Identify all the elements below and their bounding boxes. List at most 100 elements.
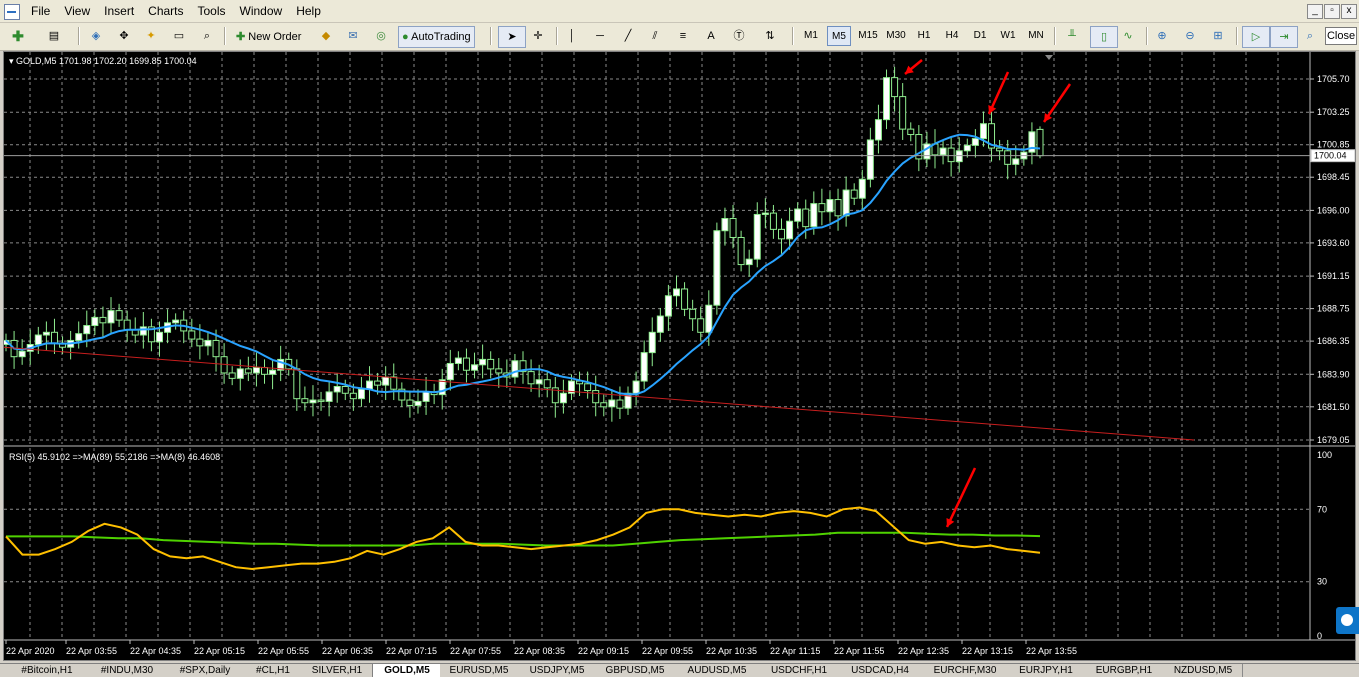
symbol-tab[interactable]: AUDUSD,M5 — [674, 664, 761, 677]
symbol-tab[interactable]: GBPUSD,M5 — [596, 664, 675, 677]
data-window-icon[interactable]: ✦ — [141, 26, 161, 46]
timeframe-m5[interactable]: M5 — [827, 26, 851, 46]
timeframe-m30[interactable]: M30 — [884, 26, 908, 46]
new-order-button[interactable]: ✚ New Order — [232, 26, 305, 48]
candle-body — [1036, 128, 1044, 157]
menu-help[interactable]: Help — [289, 0, 328, 22]
time-tick-label: 22 Apr 11:55 — [834, 646, 884, 656]
new-chart-icon[interactable]: ✚ — [8, 26, 28, 46]
candle-body — [414, 400, 422, 406]
restore-button[interactable]: ▫ — [1324, 4, 1340, 19]
menu-tools[interactable]: Tools — [191, 0, 233, 22]
rsi-tick-label: 70 — [1317, 504, 1327, 514]
candle-body — [697, 318, 705, 333]
time-tick-label: 22 Apr 09:55 — [642, 646, 693, 656]
equidistant-channel-icon[interactable]: ⫽ — [645, 26, 665, 46]
mailbox-icon[interactable]: ✉ — [343, 26, 363, 46]
bar-chart-icon[interactable]: ╨ — [1062, 26, 1082, 46]
symbol-tab[interactable]: EURCHF,M30 — [922, 664, 1009, 677]
profiles-icon[interactable]: ▤ — [44, 26, 64, 46]
price-tick-label: 1698.45 — [1317, 172, 1350, 182]
strategy-tester-icon[interactable]: ⌕ — [197, 26, 217, 46]
zoom-in-icon[interactable]: ⊕ — [1152, 26, 1172, 46]
candle-body — [374, 380, 382, 386]
symbol-tab[interactable]: NZDUSD,M5 — [1164, 664, 1243, 677]
symbol-tab[interactable]: USDCAD,H4 — [838, 664, 923, 677]
symbol-tab[interactable]: USDCHF,H1 — [760, 664, 839, 677]
metaeditor-icon[interactable]: ◆ — [316, 26, 336, 46]
timeframe-w1[interactable]: W1 — [996, 26, 1020, 46]
trendline-icon[interactable]: ╱ — [618, 26, 638, 46]
close-button[interactable]: Close — [1325, 27, 1357, 45]
minimize-button[interactable]: _ — [1307, 4, 1323, 19]
symbol-tab[interactable]: #INDU,M30 — [88, 664, 167, 677]
menu-window[interactable]: Window — [233, 0, 290, 22]
chart-window[interactable]: 1705.70 1703.25 1700.85 1698.45 1696.00 1693.… — [3, 51, 1356, 661]
symbol-tab[interactable]: #SPX,Daily — [166, 664, 245, 677]
symbol-tab[interactable]: #CL,H1 — [244, 664, 303, 677]
time-tick-label: 22 Apr 2020 — [6, 646, 55, 656]
text-icon[interactable]: A — [701, 26, 721, 46]
candle-body — [462, 357, 470, 371]
menu-view[interactable]: View — [57, 0, 97, 22]
symbol-tab[interactable]: EURJPY,H1 — [1008, 664, 1085, 677]
timeframe-d1[interactable]: D1 — [968, 26, 992, 46]
cursor-icon[interactable]: ➤ — [498, 26, 526, 48]
timeframe-m1[interactable]: M1 — [799, 26, 823, 46]
rsi-ma-line — [6, 531, 1041, 547]
horizontal-line-icon[interactable]: ─ — [590, 26, 610, 46]
chart-canvas[interactable]: 1705.70 1703.25 1700.85 1698.45 1696.00 1693.… — [4, 52, 1355, 660]
menu-insert[interactable]: Insert — [97, 0, 141, 22]
candle-body — [632, 380, 640, 394]
time-tick-label: 22 Apr 09:15 — [578, 646, 629, 656]
time-tick-label: 22 Apr 04:35 — [130, 646, 181, 656]
crosshair-icon[interactable]: ✛ — [528, 26, 548, 46]
signal-icon[interactable]: ◎ — [371, 26, 391, 46]
candle-body — [527, 371, 535, 385]
line-chart-icon[interactable]: ∿ — [1118, 26, 1138, 46]
candle-body — [721, 218, 729, 232]
symbol-tab[interactable]: EURUSD,M5 — [440, 664, 519, 677]
candle-body — [34, 334, 42, 346]
terminal-icon[interactable]: ▭ — [169, 26, 189, 46]
autotrading-button[interactable]: ● AutoTrading — [398, 26, 475, 48]
fibonacci-icon[interactable]: ≡ — [673, 26, 693, 46]
candle-body — [535, 379, 543, 385]
symbol-tab[interactable]: EURGBP,H1 — [1084, 664, 1165, 677]
symbol-tab[interactable]: #Bitcoin,H1 — [6, 664, 89, 677]
menu-charts[interactable]: Charts — [141, 0, 190, 22]
market-watch-icon[interactable]: ◈ — [86, 26, 106, 46]
candle-body — [947, 147, 955, 163]
symbol-tab[interactable]: SILVER,H1 — [302, 664, 373, 677]
chart-shift-icon[interactable]: ⇥ — [1270, 26, 1298, 48]
candle-body — [834, 199, 842, 217]
menu-file[interactable]: File — [24, 0, 57, 22]
autoscroll-icon[interactable]: ▷ — [1242, 26, 1270, 48]
candle-body — [1012, 158, 1020, 165]
vertical-line-icon[interactable]: │ — [562, 26, 582, 46]
candle-body — [648, 331, 656, 354]
search-icon[interactable]: ⌕ — [1300, 26, 1320, 46]
candle-body — [18, 350, 26, 358]
text-label-icon[interactable]: Ⓣ — [729, 26, 749, 46]
candle-body — [212, 339, 220, 358]
candle-body — [689, 308, 697, 320]
arrows-icon[interactable]: ⇅ — [760, 26, 780, 46]
candlestick-icon[interactable]: ▯ — [1090, 26, 1118, 48]
candle-body — [309, 399, 317, 404]
zoom-out-icon[interactable]: ⊖ — [1180, 26, 1200, 46]
timeframe-h4[interactable]: H4 — [940, 26, 964, 46]
time-tick-label: 22 Apr 10:35 — [706, 646, 757, 656]
timeframe-mn[interactable]: MN — [1024, 26, 1048, 46]
timeframe-m15[interactable]: M15 — [856, 26, 880, 46]
annotation-arrow — [945, 467, 977, 528]
symbol-tab[interactable]: USDJPY,M5 — [518, 664, 597, 677]
tile-windows-icon[interactable]: ⊞ — [1208, 26, 1228, 46]
close-window-button[interactable]: x — [1341, 4, 1357, 19]
symbol-tab[interactable]: GOLD,M5 — [372, 663, 442, 677]
candle-body — [600, 402, 608, 408]
timeframe-h1[interactable]: H1 — [912, 26, 936, 46]
teamviewer-icon[interactable] — [1336, 607, 1359, 634]
candle-body — [487, 358, 495, 370]
navigator-icon[interactable]: ✥ — [114, 26, 134, 46]
